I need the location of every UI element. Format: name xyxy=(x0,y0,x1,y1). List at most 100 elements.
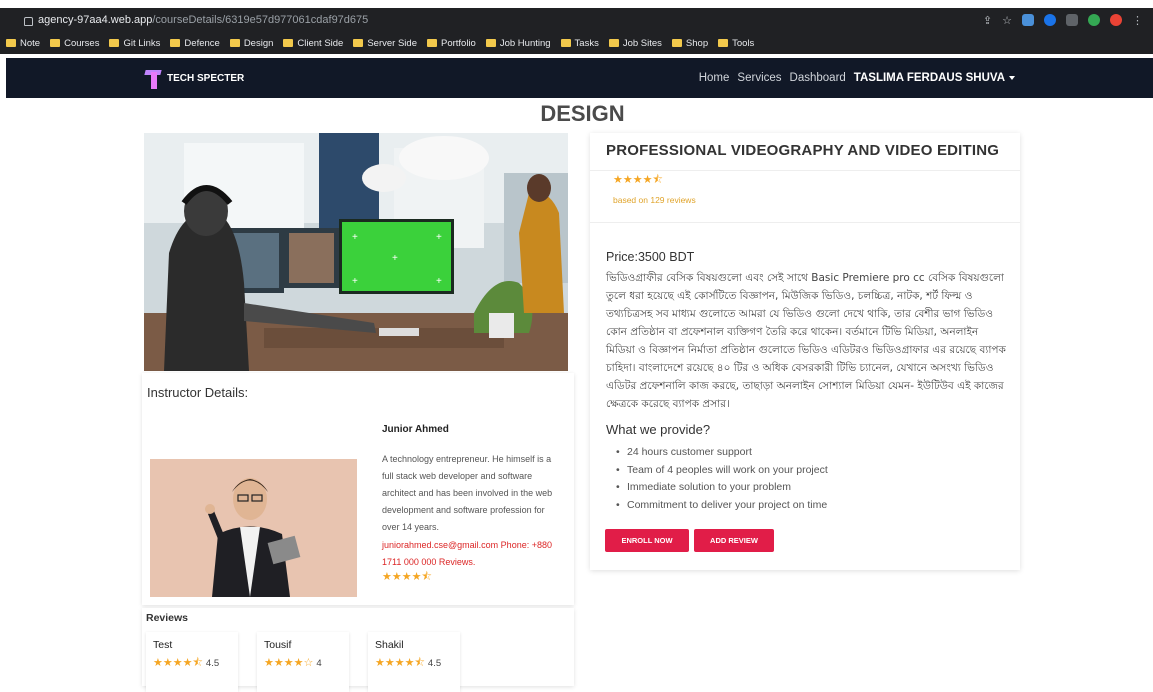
review-rating-value: 4.5 xyxy=(427,658,442,669)
star-icon: ★ xyxy=(411,571,422,583)
extension-s-icon[interactable] xyxy=(1022,14,1034,26)
course-rating-stars: ★ ★ ★ ★ ⯪ xyxy=(613,175,663,186)
provide-item: Team of 4 peoples will work on your proj… xyxy=(616,462,828,480)
bookmark-label: Design xyxy=(243,37,274,49)
extension-icons: ⇪ ☆ ⋮ xyxy=(983,8,1143,32)
star-icon: ★ xyxy=(172,657,183,669)
nav-home[interactable]: Home xyxy=(699,72,730,84)
provide-item: Immediate solution to your problem xyxy=(616,479,828,497)
provide-heading: What we provide? xyxy=(606,422,711,437)
star-icon: ★ xyxy=(401,571,412,583)
star-icon: ★ xyxy=(273,657,284,669)
svg-text:+: + xyxy=(436,232,442,243)
nav-services[interactable]: Services xyxy=(737,72,781,84)
review-stars: ★ ★ ★ ★ ⯪ xyxy=(153,658,203,669)
nav-links: Home Services Dashboard TASLIMA FERDAUS … xyxy=(699,58,1015,98)
folder-icon xyxy=(426,39,437,47)
bookmark-item[interactable]: Job Hunting xyxy=(485,37,551,49)
star-icon: ★ xyxy=(153,657,163,669)
bookmark-item[interactable]: Defence xyxy=(170,37,220,49)
enroll-now-button[interactable]: ENROLL NOW xyxy=(605,529,689,552)
star-icon: ★ xyxy=(283,657,294,669)
url-path: /courseDetails/6319e57d977061cdaf97d675 xyxy=(152,14,369,26)
bookmark-label: Shop xyxy=(685,37,709,49)
reviews-heading: Reviews xyxy=(146,612,189,624)
folder-icon xyxy=(671,39,682,47)
bookmark-label: Job Hunting xyxy=(499,37,551,49)
extension-red-icon[interactable] xyxy=(1110,14,1122,26)
review-rating: ★ ★ ★ ★ ☆ 4 xyxy=(264,657,322,670)
caret-down-icon xyxy=(1009,75,1015,80)
folder-icon xyxy=(718,39,729,47)
brand-t-icon xyxy=(143,66,165,90)
bookmark-item[interactable]: Client Side xyxy=(283,38,343,49)
star-icon: ★ xyxy=(391,571,402,583)
bookmark-label: Defence xyxy=(184,37,220,49)
bookmark-label: Server Side xyxy=(367,37,417,49)
star-icon: ★ xyxy=(182,657,193,669)
menu-dots-icon[interactable]: ⋮ xyxy=(1132,14,1143,27)
review-rating-value: 4 xyxy=(316,658,322,669)
folder-icon xyxy=(170,39,181,47)
bookmark-label: Portfolio xyxy=(440,37,476,49)
bookmark-item[interactable]: Tools xyxy=(718,38,754,49)
review-rating-value: 4.5 xyxy=(205,658,220,669)
reviewer-name: Test xyxy=(153,639,173,651)
user-menu[interactable]: TASLIMA FERDAUS SHUVA xyxy=(854,72,1015,84)
extension-globe-icon[interactable] xyxy=(1044,14,1056,26)
bookmark-label: Courses xyxy=(64,37,100,49)
provide-item: 24 hours customer support xyxy=(616,444,828,462)
review-rating: ★ ★ ★ ★ ⯪ 4.5 xyxy=(375,657,442,670)
folder-icon xyxy=(608,39,619,47)
star-icon: ★ xyxy=(642,174,653,186)
bookmark-label: Job Sites xyxy=(622,37,662,49)
bookmark-item[interactable]: Git Links xyxy=(109,38,160,49)
star-icon: ★ xyxy=(384,657,395,669)
bookmark-item[interactable]: Note xyxy=(6,38,40,49)
star-icon: ☆ xyxy=(303,657,314,669)
add-review-button[interactable]: ADD REVIEW xyxy=(694,529,774,552)
course-title: PROFESSIONAL VIDEOGRAPHY AND VIDEO EDITI… xyxy=(606,142,1000,159)
bookmark-item[interactable]: Shop xyxy=(671,37,709,49)
share-icon[interactable]: ⇪ xyxy=(983,14,992,27)
user-name: TASLIMA FERDAUS SHUVA xyxy=(853,72,1005,84)
brand-logo[interactable]: TECH SPECTER xyxy=(143,66,244,90)
star-icon: ⯪ xyxy=(192,657,203,669)
folder-icon xyxy=(6,39,16,47)
folder-icon xyxy=(229,39,240,47)
bookmark-star-icon[interactable]: ☆ xyxy=(1002,14,1012,27)
star-icon: ★ xyxy=(632,174,643,186)
star-icon: ★ xyxy=(382,571,392,583)
star-icon: ★ xyxy=(375,657,385,669)
extension-grey-icon[interactable] xyxy=(1066,14,1078,26)
folder-icon xyxy=(283,39,294,47)
bookmark-item[interactable]: Server Side xyxy=(353,38,417,49)
page-title: DESIGN xyxy=(540,101,625,126)
instructor-card: Instructor Details: Junior Ahmed A techn… xyxy=(142,373,574,605)
bookmark-item[interactable]: Job Sites xyxy=(608,37,662,49)
url-host: agency-97aa4.web.app xyxy=(38,14,153,26)
course-reviews-count: based on 129 reviews xyxy=(613,195,696,205)
star-icon: ★ xyxy=(404,657,415,669)
bookmark-item[interactable]: Design xyxy=(229,37,274,49)
bookmark-label: Tools xyxy=(732,37,755,49)
instructor-name: Junior Ahmed xyxy=(382,424,449,435)
site-navbar: TECH SPECTER Home Services Dashboard TAS… xyxy=(6,58,1153,98)
folder-icon xyxy=(353,39,364,47)
course-description: ভিডিওগ্রাফীর বেসিক বিষয়গুলো এবং সেই সাথ… xyxy=(606,272,1006,410)
reviewer-name: Shakil xyxy=(375,639,404,651)
folder-icon xyxy=(50,39,61,47)
reviews-section: Reviews Test ★ ★ ★ ★ ⯪ 4.5 Tousif ★ ★ ★ ★ ☆ 4 Sh… xyxy=(142,608,574,692)
star-icon: ★ xyxy=(394,657,405,669)
bookmark-label: Git Links xyxy=(123,37,161,49)
course-details-card: PROFESSIONAL VIDEOGRAPHY AND VIDEO EDITI… xyxy=(590,133,1020,570)
bookmark-item[interactable]: Portfolio xyxy=(426,37,476,49)
bookmark-item[interactable]: Tasks xyxy=(560,38,599,49)
nav-dashboard[interactable]: Dashboard xyxy=(790,72,846,84)
course-hero-image: + + + + + xyxy=(144,133,568,371)
svg-text:+: + xyxy=(352,232,358,243)
bookmark-item[interactable]: Courses xyxy=(50,38,99,49)
extension-green-icon[interactable] xyxy=(1088,14,1100,26)
address-bar[interactable]: agency-97aa4.web.app/courseDetails/6319e… xyxy=(0,8,1153,32)
star-icon: ★ xyxy=(162,657,173,669)
